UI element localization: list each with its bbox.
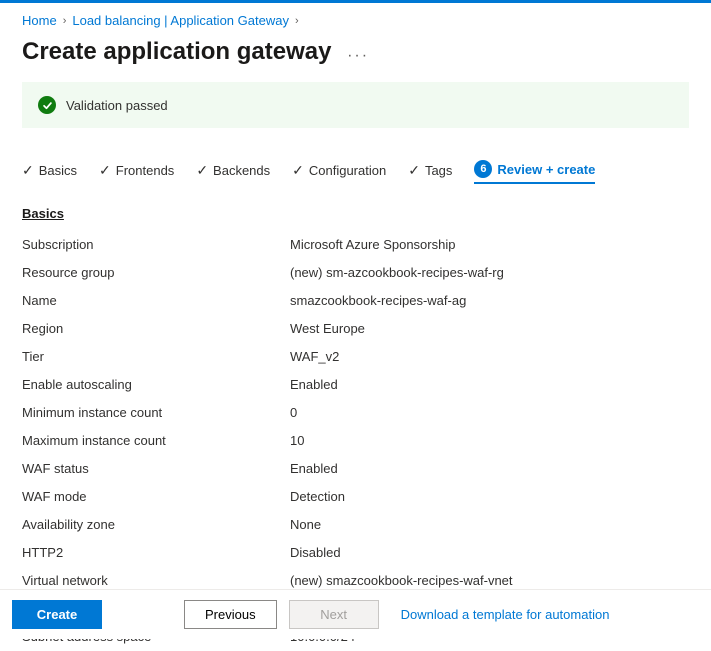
row-region: RegionWest Europe	[22, 315, 689, 343]
field-value: (new) sm-azcookbook-recipes-waf-rg	[290, 264, 504, 282]
download-template-link[interactable]: Download a template for automation	[401, 607, 610, 622]
check-icon: ✓	[196, 162, 208, 179]
field-label: Virtual network	[22, 572, 290, 590]
field-label: WAF mode	[22, 488, 290, 506]
field-label: Enable autoscaling	[22, 376, 290, 394]
check-icon: ✓	[22, 162, 34, 179]
field-value: 10	[290, 432, 304, 450]
field-value: Microsoft Azure Sponsorship	[290, 236, 455, 254]
field-value: Enabled	[290, 460, 338, 478]
field-label: HTTP2	[22, 544, 290, 562]
validation-banner: Validation passed	[22, 82, 689, 128]
field-value: Detection	[290, 488, 345, 506]
chevron-right-icon: ›	[63, 15, 67, 27]
field-label: Tier	[22, 348, 290, 366]
field-value: 0	[290, 404, 297, 422]
validation-text: Validation passed	[66, 98, 168, 113]
breadcrumb-home[interactable]: Home	[22, 13, 57, 28]
tab-backends[interactable]: ✓ Backends	[196, 158, 270, 183]
field-label: Resource group	[22, 264, 290, 282]
breadcrumb: Home › Load balancing | Application Gate…	[22, 13, 689, 28]
next-button: Next	[289, 600, 379, 629]
step-number-icon: 6	[474, 160, 492, 178]
tab-label: Frontends	[116, 163, 175, 178]
row-max-instances: Maximum instance count10	[22, 427, 689, 455]
field-label: Availability zone	[22, 516, 290, 534]
field-value: Enabled	[290, 376, 338, 394]
tab-basics[interactable]: ✓ Basics	[22, 158, 77, 183]
field-label: Region	[22, 320, 290, 338]
field-value: Disabled	[290, 544, 341, 562]
field-label: Subscription	[22, 236, 290, 254]
page-title: Create application gateway	[22, 38, 331, 66]
chevron-right-icon: ›	[295, 15, 299, 27]
section-title-basics: Basics	[22, 206, 689, 221]
field-value: WAF_v2	[290, 348, 339, 366]
check-icon: ✓	[292, 162, 304, 179]
tab-label: Backends	[213, 163, 270, 178]
row-tier: TierWAF_v2	[22, 343, 689, 371]
tab-label: Tags	[425, 163, 452, 178]
previous-button[interactable]: Previous	[184, 600, 277, 629]
row-min-instances: Minimum instance count0	[22, 399, 689, 427]
row-subscription: SubscriptionMicrosoft Azure Sponsorship	[22, 231, 689, 259]
field-value: West Europe	[290, 320, 365, 338]
row-http2: HTTP2Disabled	[22, 539, 689, 567]
field-value: (new) smazcookbook-recipes-waf-vnet	[290, 572, 513, 590]
field-label: Minimum instance count	[22, 404, 290, 422]
check-circle-icon	[38, 96, 56, 114]
breadcrumb-load-balancing[interactable]: Load balancing | Application Gateway	[72, 13, 289, 28]
tab-tags[interactable]: ✓ Tags	[408, 158, 452, 183]
create-button[interactable]: Create	[12, 600, 102, 629]
row-waf-status: WAF statusEnabled	[22, 455, 689, 483]
tab-frontends[interactable]: ✓ Frontends	[99, 158, 174, 183]
tab-label: Configuration	[309, 163, 386, 178]
check-icon: ✓	[99, 162, 111, 179]
row-waf-mode: WAF modeDetection	[22, 483, 689, 511]
tab-label: Review + create	[497, 162, 595, 177]
field-label: Name	[22, 292, 290, 310]
field-label: WAF status	[22, 460, 290, 478]
tab-review-create[interactable]: 6 Review + create	[474, 156, 595, 184]
row-autoscaling: Enable autoscalingEnabled	[22, 371, 689, 399]
field-value: smazcookbook-recipes-waf-ag	[290, 292, 466, 310]
row-resource-group: Resource group(new) sm-azcookbook-recipe…	[22, 259, 689, 287]
tab-configuration[interactable]: ✓ Configuration	[292, 158, 386, 183]
check-icon: ✓	[408, 162, 420, 179]
row-name: Namesmazcookbook-recipes-waf-ag	[22, 287, 689, 315]
field-value: None	[290, 516, 321, 534]
tabs: ✓ Basics ✓ Frontends ✓ Backends ✓ Configurat…	[22, 156, 689, 184]
field-label: Maximum instance count	[22, 432, 290, 450]
row-availability-zone: Availability zoneNone	[22, 511, 689, 539]
tab-label: Basics	[39, 163, 77, 178]
footer-bar: Create Previous Next Download a template…	[0, 589, 711, 639]
more-actions-button[interactable]: ···	[347, 47, 369, 65]
